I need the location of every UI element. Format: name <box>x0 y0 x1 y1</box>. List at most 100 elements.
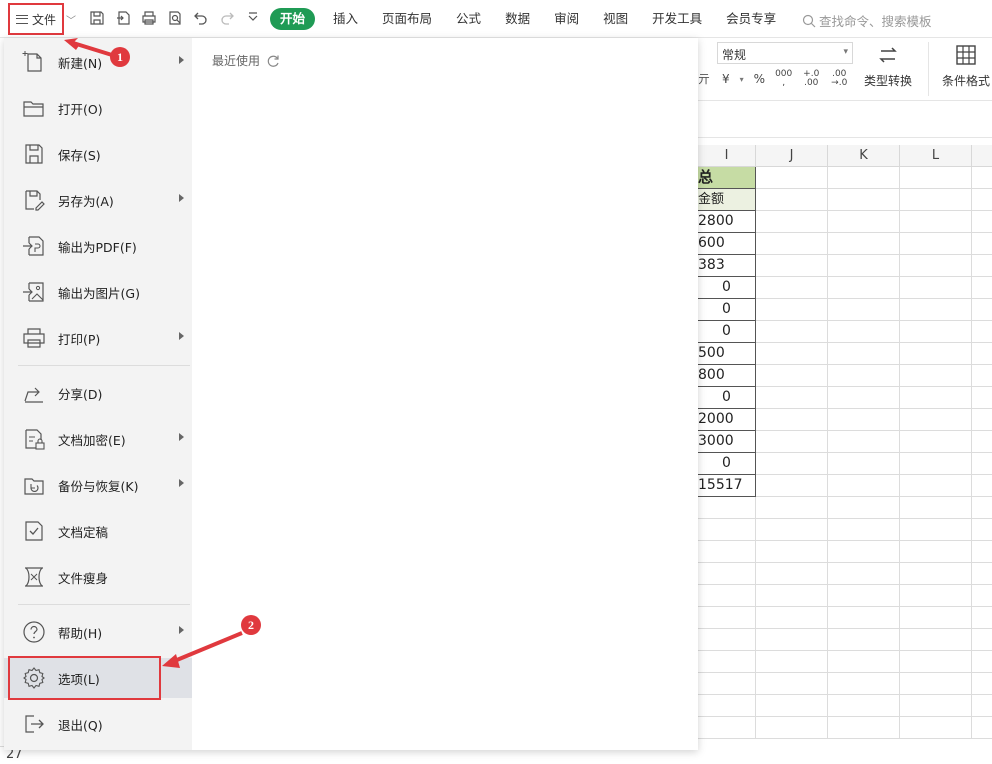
thousands-button[interactable]: 000, <box>775 70 792 88</box>
cell[interactable] <box>828 299 900 321</box>
cell[interactable] <box>972 167 992 189</box>
cell[interactable] <box>756 541 828 563</box>
cell[interactable] <box>900 629 972 651</box>
cell[interactable] <box>900 585 972 607</box>
cell[interactable] <box>900 695 972 717</box>
cell[interactable] <box>900 651 972 673</box>
menu-item-help[interactable]: 帮助(H) <box>4 612 192 652</box>
number-format-select[interactable]: 常规 ▾ <box>717 42 853 64</box>
conditional-format-button[interactable]: 条件格式 <box>936 44 992 88</box>
cell[interactable] <box>972 189 992 211</box>
cell[interactable]: 金额 <box>698 189 756 211</box>
cell[interactable] <box>972 585 992 607</box>
cell[interactable] <box>900 563 972 585</box>
cell[interactable] <box>900 365 972 387</box>
cell[interactable] <box>972 453 992 475</box>
cell[interactable] <box>972 563 992 585</box>
cell[interactable] <box>972 519 992 541</box>
cell[interactable] <box>698 673 756 695</box>
cell[interactable] <box>756 365 828 387</box>
cell[interactable] <box>900 673 972 695</box>
cell[interactable] <box>756 431 828 453</box>
cell[interactable] <box>900 255 972 277</box>
cell[interactable] <box>828 563 900 585</box>
percent-button[interactable]: % <box>754 72 765 86</box>
cell[interactable] <box>972 629 992 651</box>
cell[interactable] <box>972 321 992 343</box>
tab-data[interactable]: 数据 <box>493 8 542 30</box>
cell[interactable]: 15517 <box>698 475 756 497</box>
cell[interactable] <box>698 607 756 629</box>
cell[interactable] <box>698 541 756 563</box>
type-convert-button[interactable]: 类型转换 <box>858 44 918 88</box>
cell[interactable] <box>828 453 900 475</box>
cell[interactable] <box>828 651 900 673</box>
menu-item-finalize[interactable]: 文档定稿 <box>4 511 192 551</box>
cell[interactable] <box>900 167 972 189</box>
cell[interactable] <box>756 497 828 519</box>
menu-item-new[interactable]: 新建(N) <box>4 42 192 82</box>
cell[interactable] <box>972 343 992 365</box>
menu-item-share[interactable]: 分享(D) <box>4 373 192 413</box>
menu-item-export-image[interactable]: 输出为图片(G) <box>4 272 192 312</box>
cell[interactable]: 0 <box>698 387 756 409</box>
cell[interactable] <box>828 365 900 387</box>
cell[interactable] <box>756 277 828 299</box>
cell[interactable] <box>756 651 828 673</box>
cell[interactable] <box>972 387 992 409</box>
cell[interactable] <box>972 651 992 673</box>
tab-developer[interactable]: 开发工具 <box>640 8 714 30</box>
file-menu-button[interactable]: 文件 <box>8 3 64 35</box>
export-pdf-icon[interactable] <box>114 9 132 27</box>
cell[interactable] <box>828 497 900 519</box>
column-header-m[interactable] <box>972 145 992 167</box>
cell[interactable] <box>900 453 972 475</box>
cell[interactable] <box>972 211 992 233</box>
cell[interactable]: 3000 <box>698 431 756 453</box>
cell[interactable] <box>756 299 828 321</box>
redo-icon[interactable] <box>218 9 236 27</box>
cell[interactable] <box>828 211 900 233</box>
cell[interactable] <box>756 255 828 277</box>
cell[interactable] <box>828 585 900 607</box>
menu-item-save[interactable]: 保存(S) <box>4 134 192 174</box>
tab-home[interactable]: 开始 <box>270 8 316 30</box>
tab-member[interactable]: 会员专享 <box>714 8 788 30</box>
cell[interactable] <box>756 343 828 365</box>
cell[interactable] <box>900 497 972 519</box>
currency-button[interactable]: ¥ <box>722 72 730 86</box>
cell[interactable] <box>756 167 828 189</box>
cell[interactable] <box>828 167 900 189</box>
cell[interactable] <box>756 387 828 409</box>
cell[interactable] <box>900 717 972 739</box>
menu-item-save-as[interactable]: 另存为(A) <box>4 180 192 220</box>
save-icon[interactable] <box>88 9 106 27</box>
cell[interactable] <box>900 387 972 409</box>
menu-item-exit[interactable]: 退出(Q) <box>4 704 192 744</box>
cell[interactable] <box>698 585 756 607</box>
cell[interactable] <box>698 717 756 739</box>
chevron-down-icon[interactable]: ﹀ <box>66 12 76 27</box>
cell[interactable] <box>972 299 992 321</box>
tab-formulas[interactable]: 公式 <box>444 8 493 30</box>
cell[interactable] <box>828 695 900 717</box>
cell[interactable] <box>698 563 756 585</box>
cell[interactable]: 600 <box>698 233 756 255</box>
column-header-k[interactable]: K <box>828 145 900 167</box>
print-icon[interactable] <box>140 9 158 27</box>
cell[interactable] <box>828 321 900 343</box>
cell[interactable] <box>828 475 900 497</box>
print-preview-icon[interactable] <box>166 9 184 27</box>
cell[interactable] <box>972 409 992 431</box>
cell[interactable] <box>972 365 992 387</box>
cell[interactable] <box>756 607 828 629</box>
cell[interactable] <box>828 233 900 255</box>
cell[interactable]: 383 <box>698 255 756 277</box>
cell[interactable] <box>828 629 900 651</box>
cell[interactable] <box>828 431 900 453</box>
cell[interactable]: 0 <box>698 277 756 299</box>
chevron-down-icon[interactable]: ▾ <box>740 75 744 84</box>
cell[interactable] <box>972 277 992 299</box>
cell[interactable] <box>756 629 828 651</box>
cell[interactable] <box>828 343 900 365</box>
